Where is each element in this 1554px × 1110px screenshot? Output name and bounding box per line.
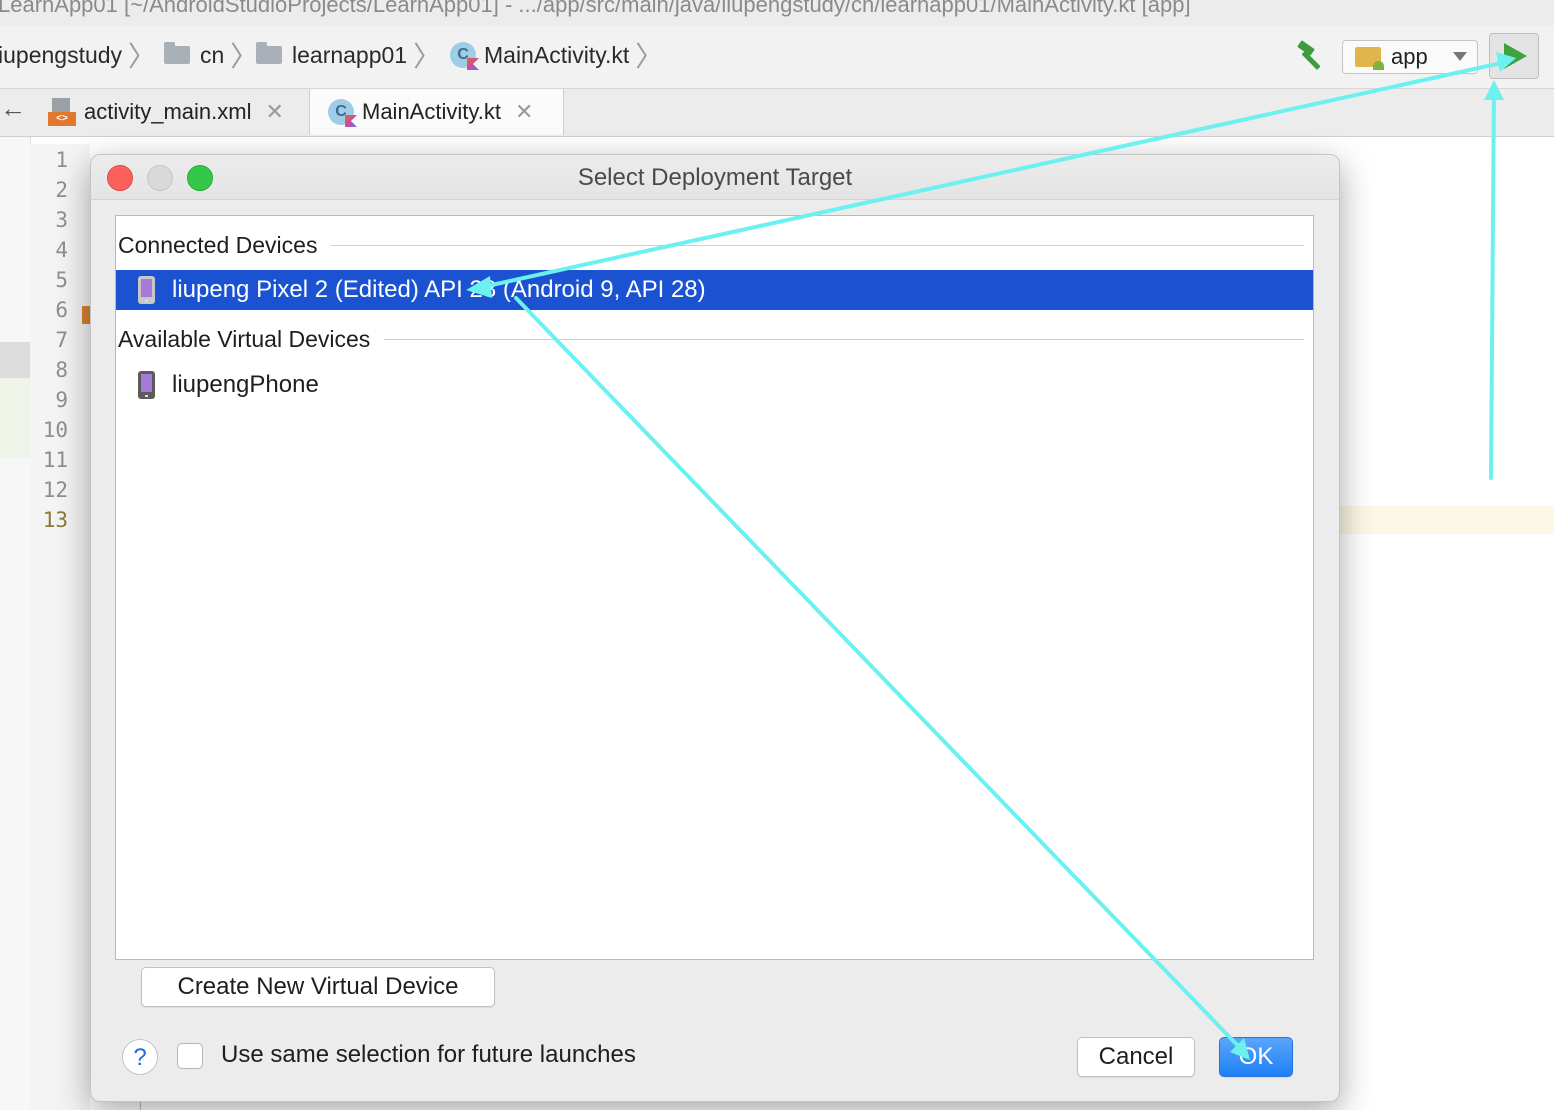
line-number-current: 13	[42, 508, 68, 532]
window-minimize-button[interactable]	[147, 165, 173, 191]
device-row-pixel-2[interactable]: liupeng Pixel 2 (Edited) API 28 (Android…	[116, 270, 1313, 310]
close-icon[interactable]: ✕	[515, 99, 533, 125]
device-list: Connected Devices liupeng Pixel 2 (Edite…	[115, 215, 1314, 960]
xml-layout-icon: <>	[48, 98, 76, 126]
remember-selection-label: Use same selection for future launches	[221, 1041, 636, 1068]
annotation-arrow-up	[1489, 86, 1496, 480]
tab-label: MainActivity.kt	[362, 99, 501, 124]
connected-devices-label: Connected Devices	[118, 232, 318, 258]
chevron-down-icon	[1453, 52, 1467, 61]
run-configuration-label: app	[1391, 44, 1428, 69]
kotlin-class-icon: C	[450, 42, 476, 68]
line-number: 5	[55, 268, 68, 292]
line-number: 9	[55, 388, 68, 412]
breadcrumb-cn[interactable]: cn 〉	[164, 40, 258, 72]
line-number: 12	[42, 478, 68, 502]
chevron-right-icon: 〉	[128, 41, 157, 72]
folder-icon	[164, 42, 190, 64]
divider	[331, 245, 1304, 246]
run-button[interactable]	[1489, 33, 1539, 79]
chevron-right-icon: 〉	[230, 41, 259, 72]
line-number: 11	[42, 448, 68, 472]
line-number-gutter: 1 2 3 4 5 6 7 8 9 10 11 12 13	[30, 144, 90, 1110]
breadcrumb-label: cn	[200, 41, 225, 68]
folder-icon	[256, 42, 282, 64]
line-number: 7	[55, 328, 68, 352]
phone-icon	[138, 371, 155, 399]
editor-tab-bar: ← <> activity_main.xml ✕ C MainActivity.…	[0, 89, 1554, 137]
breadcrumb-label: MainActivity.kt	[484, 41, 630, 68]
line-number: 10	[42, 418, 68, 442]
close-icon[interactable]: ✕	[265, 99, 283, 125]
tool-window-strip	[0, 137, 31, 1110]
select-deployment-target-dialog: Select Deployment Target Connected Devic…	[90, 154, 1340, 1102]
device-name: liupengPhone	[172, 371, 319, 398]
chevron-right-icon: 〉	[635, 41, 664, 72]
help-button[interactable]: ?	[122, 1039, 158, 1075]
window-title: LearnApp01 [~/AndroidStudioProjects/Lear…	[0, 0, 1191, 17]
line-number: 8	[55, 358, 68, 382]
connected-devices-header: Connected Devices	[118, 232, 1304, 259]
divider	[384, 339, 1304, 340]
run-triangle-icon	[1504, 43, 1527, 69]
window-zoom-button[interactable]	[187, 165, 213, 191]
tab-activity-main-xml[interactable]: <> activity_main.xml ✕	[30, 89, 310, 135]
create-new-virtual-device-button[interactable]: Create New Virtual Device	[141, 967, 495, 1007]
device-row-liupengphone[interactable]: liupengPhone	[116, 365, 1313, 405]
breadcrumb-learnapp01[interactable]: learnapp01 〉	[256, 40, 441, 72]
line-number: 4	[55, 238, 68, 262]
window-title-bar: LearnApp01 [~/AndroidStudioProjects/Lear…	[0, 0, 1554, 26]
kotlin-class-icon: C	[328, 99, 354, 125]
remember-selection-checkbox[interactable]	[177, 1043, 203, 1069]
ok-button[interactable]: OK	[1219, 1037, 1293, 1077]
virtual-devices-label: Available Virtual Devices	[118, 326, 371, 352]
chevron-right-icon: 〉	[413, 41, 442, 72]
virtual-devices-header: Available Virtual Devices	[118, 326, 1304, 353]
phone-icon	[138, 276, 155, 304]
line-number: 2	[55, 178, 68, 202]
line-number: 1	[55, 148, 68, 172]
line-number: 6	[55, 298, 68, 322]
breadcrumb-label: iupengstudy	[0, 41, 123, 68]
dialog-title: Select Deployment Target	[91, 155, 1339, 200]
device-name: liupeng Pixel 2 (Edited) API 28 (Android…	[172, 276, 706, 303]
window-close-button[interactable]	[107, 165, 133, 191]
tab-mainactivity-kt[interactable]: C MainActivity.kt ✕	[310, 89, 564, 135]
arrow-left-icon[interactable]: ←	[0, 93, 26, 124]
run-configuration-select[interactable]: app	[1342, 40, 1478, 74]
breadcrumb-package[interactable]: iupengstudy 〉	[0, 40, 156, 72]
breadcrumb-mainactivity[interactable]: C MainActivity.kt 〉	[450, 40, 663, 72]
android-app-icon	[1355, 47, 1384, 70]
breadcrumb-label: learnapp01	[292, 41, 408, 68]
hammer-icon[interactable]	[1294, 38, 1328, 72]
cancel-button[interactable]: Cancel	[1077, 1037, 1195, 1077]
tab-label: activity_main.xml	[84, 99, 252, 124]
line-number: 3	[55, 208, 68, 232]
